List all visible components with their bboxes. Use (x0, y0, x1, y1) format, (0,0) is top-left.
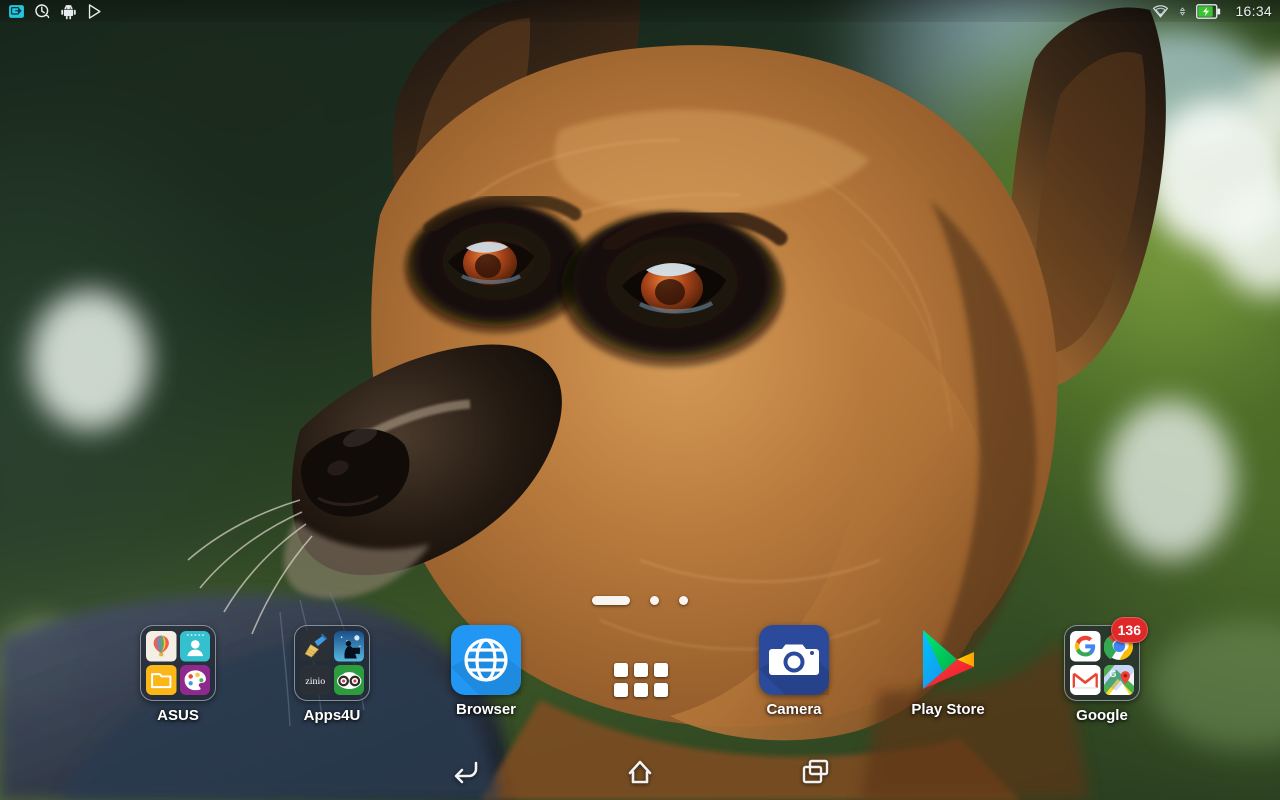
svg-text:G: G (1109, 669, 1116, 679)
android-robot-icon (60, 3, 77, 20)
dock-item-asus[interactable]: ASUS (112, 625, 244, 724)
notification-badge: 136 (1110, 617, 1148, 643)
svg-text:zinio: zinio (305, 676, 325, 687)
dock-label-google: Google (1076, 707, 1128, 724)
zinio-icon: zinio (300, 664, 331, 695)
tripadvisor-icon (333, 664, 364, 695)
clock-history-icon (34, 3, 51, 20)
folder-apps4u-preview[interactable]: zinio (294, 625, 370, 701)
status-bar-system[interactable]: 16:34 (1152, 3, 1272, 20)
play-store-app-icon[interactable] (913, 625, 983, 695)
kindle-icon (333, 631, 364, 662)
contacts-icon (179, 631, 210, 662)
weather-balloon-icon (146, 631, 177, 662)
dock-label-browser: Browser (455, 701, 517, 718)
folder-asus-preview[interactable] (140, 625, 216, 701)
camera-app-icon[interactable] (759, 625, 829, 695)
app-drawer-icon[interactable] (614, 663, 668, 699)
dock-item-camera[interactable]: Camera (728, 625, 860, 718)
gallery-icon (179, 664, 210, 695)
browser-app-icon[interactable] (451, 625, 521, 695)
dock-item-browser[interactable]: Browser (420, 625, 552, 718)
status-bar-notifications[interactable] (8, 3, 103, 20)
navigation-bar (0, 744, 1280, 800)
gmail-icon (1070, 664, 1101, 695)
dock-label-apps4u: Apps4U (303, 707, 361, 724)
screenshot-icon (8, 3, 25, 20)
home-button[interactable] (612, 750, 668, 794)
dock-item-play-store[interactable]: Play Store (882, 625, 1014, 718)
dock-label-play-store: Play Store (911, 701, 985, 718)
file-manager-icon (146, 664, 177, 695)
dock-item-apps4u[interactable]: zinio Apps4U (266, 625, 398, 724)
app-drawer-dot (634, 663, 648, 677)
dock-label-asus: ASUS (157, 707, 199, 724)
play-store-icon (86, 3, 103, 20)
wifi-icon (1152, 3, 1169, 20)
app-drawer-dot (614, 683, 628, 697)
cleaner-broom-icon (300, 631, 331, 662)
home-page-indicator[interactable] (0, 593, 1280, 607)
app-drawer-dot (634, 683, 648, 697)
dock-item-google[interactable]: G 136 Google (1036, 617, 1168, 724)
recents-button[interactable] (788, 750, 844, 794)
google-g-icon (1070, 631, 1101, 662)
page-dot-3[interactable] (679, 595, 688, 605)
page-dot-1[interactable] (592, 595, 630, 605)
app-drawer-dot (614, 663, 628, 677)
back-button[interactable] (436, 750, 492, 794)
sync-icon (1178, 3, 1187, 20)
page-dot-2[interactable] (650, 595, 659, 605)
status-bar-clock: 16:34 (1235, 3, 1272, 19)
battery-charging-icon (1196, 3, 1221, 19)
dock-label-camera: Camera (766, 701, 822, 718)
google-maps-icon: G (1103, 664, 1134, 695)
app-drawer-dot (654, 663, 668, 677)
status-bar[interactable]: 16:34 (0, 0, 1280, 22)
folder-google-preview[interactable]: G 136 (1064, 617, 1148, 701)
app-drawer-dot (654, 683, 668, 697)
